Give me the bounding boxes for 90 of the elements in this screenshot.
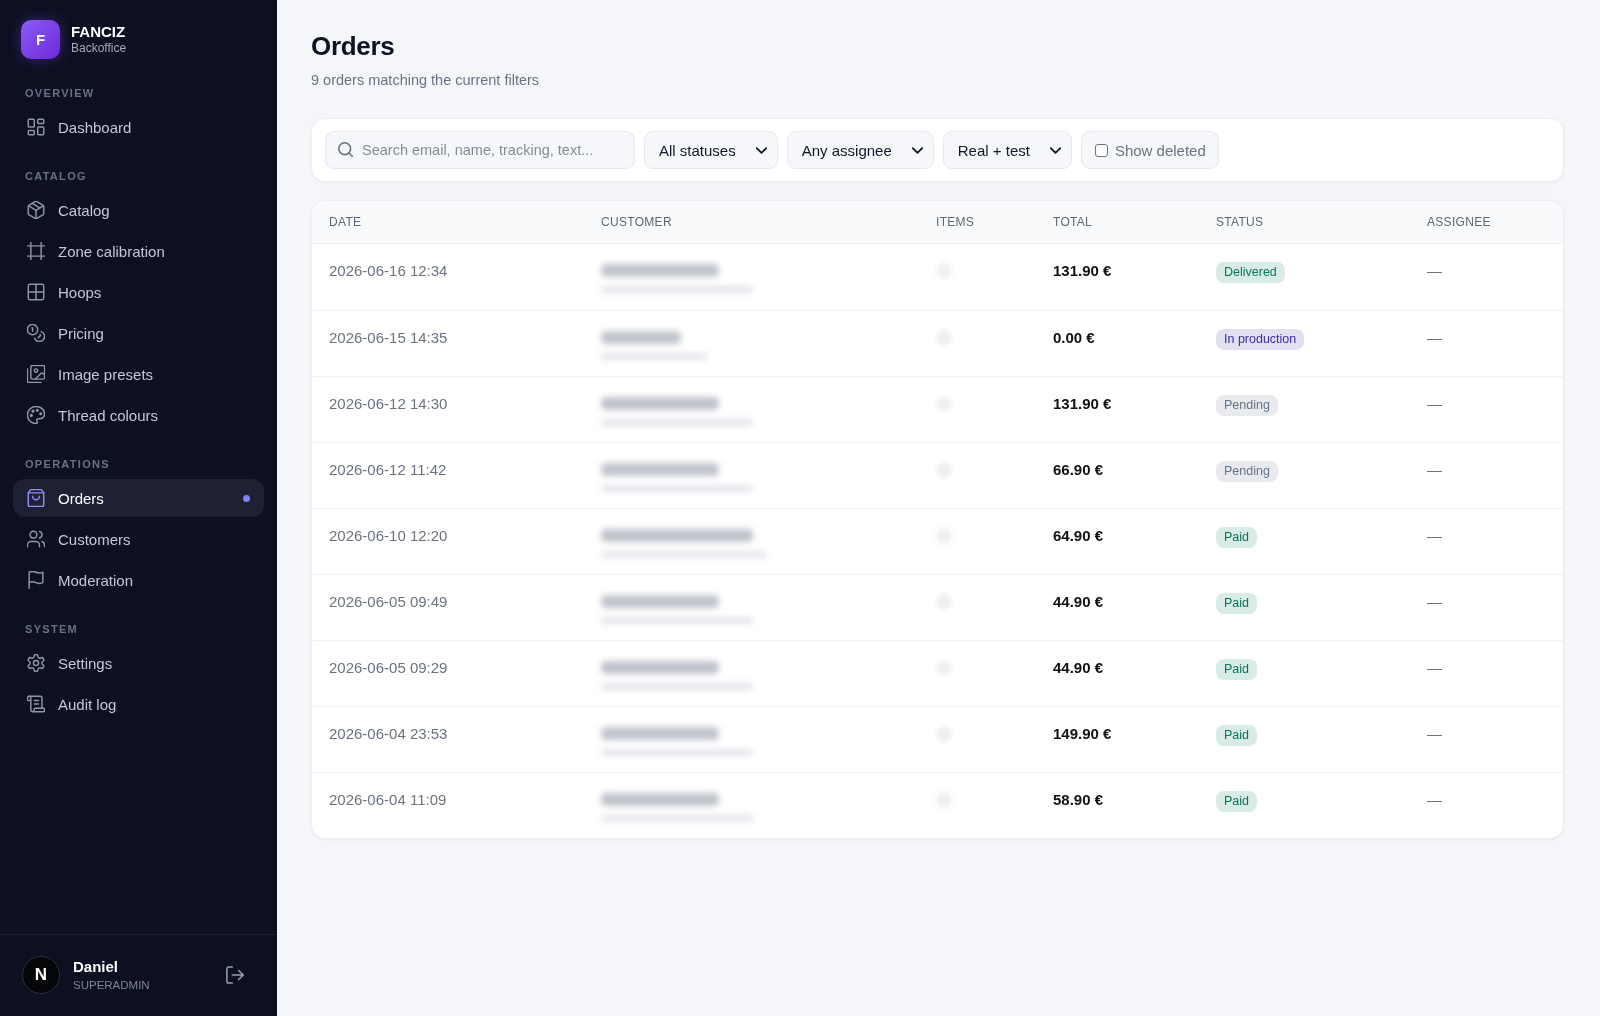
caret-icon (1049, 146, 1061, 154)
assignee-cell: — (1427, 261, 1442, 281)
logout-icon[interactable] (226, 966, 244, 984)
nav-item[interactable]: Catalog (13, 191, 264, 229)
palette-icon (27, 406, 45, 424)
frame-icon (27, 242, 45, 260)
nav-item[interactable]: Audit log (13, 685, 264, 723)
user-avatar: N (22, 956, 60, 994)
cube-icon (27, 201, 45, 219)
filter-dropdown[interactable]: Real + test (942, 131, 1072, 169)
settings-icon (27, 654, 45, 672)
assignee-cell: — (1427, 460, 1442, 480)
caret-icon (755, 146, 767, 154)
column-header: ITEMS (936, 215, 975, 229)
status-badge: Paid (1216, 593, 1258, 614)
column-header: ASSIGNEE (1427, 215, 1491, 229)
shopping-bag-icon (27, 489, 45, 507)
date-cell: 2026-06-12 14:30 (329, 394, 448, 414)
date-cell: 2026-06-10 12:20 (329, 526, 448, 546)
assignee-cell: — (1427, 724, 1442, 744)
assignee-cell: — (1427, 790, 1442, 810)
nav-item[interactable]: Dashboard (13, 108, 264, 146)
column-header: TOTAL (1053, 215, 1093, 229)
total-cell: 44.90 € (1053, 658, 1104, 678)
section-label: SYSTEM (24, 622, 79, 636)
assignee-cell: — (1427, 592, 1442, 612)
status-badge: Paid (1216, 791, 1258, 812)
date-cell: 2026-06-04 11:09 (329, 790, 447, 810)
assignee-cell: — (1427, 526, 1442, 546)
images-icon (27, 365, 45, 383)
nav-item[interactable]: Settings (13, 644, 264, 682)
search-icon (338, 142, 353, 157)
nav-item[interactable]: Pricing (13, 314, 264, 352)
nav-item[interactable]: Customers (13, 520, 264, 558)
nav-item[interactable]: Thread colours (13, 396, 264, 434)
active-dot-icon (243, 494, 250, 502)
brand-logo: F (21, 20, 60, 59)
scroll-icon (27, 695, 45, 713)
page-title: Orders (311, 30, 395, 62)
grid-icon (27, 283, 45, 301)
users-icon (27, 530, 45, 548)
page-subtitle: 9 orders matching the current filters (311, 71, 540, 90)
filter-dropdown[interactable]: Any assignee (786, 131, 934, 169)
total-cell: 131.90 € (1053, 394, 1112, 414)
brand-name: FANCIZ (71, 23, 127, 41)
squares-icon (27, 118, 45, 136)
section-label: OPERATIONS (24, 457, 110, 471)
filter-dropdown[interactable]: All statuses (644, 131, 778, 169)
total-cell: 66.90 € (1053, 460, 1104, 480)
total-cell: 131.90 € (1053, 261, 1112, 281)
section-label: OVERVIEW (24, 86, 95, 100)
section-label: CATALOG (24, 169, 87, 183)
total-cell: 44.90 € (1053, 592, 1104, 612)
assignee-cell: — (1427, 328, 1442, 348)
status-badge: In production (1216, 329, 1305, 350)
column-header: STATUS (1216, 215, 1264, 229)
column-header: CUSTOMER (601, 215, 672, 229)
caret-icon (911, 146, 923, 154)
assignee-cell: — (1427, 394, 1442, 414)
status-badge: Paid (1216, 527, 1258, 548)
brand-subtitle: Backoffice (71, 41, 127, 56)
nav-item[interactable]: Orders (13, 479, 264, 517)
flag-icon (27, 571, 45, 589)
nav-item[interactable]: Image presets (13, 355, 264, 393)
coins-icon (27, 324, 45, 342)
total-cell: 0.00 € (1053, 328, 1095, 348)
nav-item[interactable]: Moderation (13, 561, 264, 599)
status-badge: Pending (1216, 395, 1278, 416)
status-badge: Pending (1216, 461, 1278, 482)
total-cell: 58.90 € (1053, 790, 1104, 810)
checkbox[interactable] (1094, 143, 1108, 157)
date-cell: 2026-06-16 12:34 (329, 261, 448, 281)
show-deleted-toggle[interactable]: Show deleted (1080, 131, 1219, 169)
assignee-cell: — (1427, 658, 1442, 678)
user-name: Daniel (73, 958, 119, 976)
user-role: SUPERADMIN (73, 978, 150, 992)
nav-item[interactable]: Zone calibration (13, 232, 264, 270)
date-cell: 2026-06-15 14:35 (329, 328, 448, 348)
status-badge: Delivered (1216, 262, 1285, 283)
total-cell: 149.90 € (1053, 724, 1112, 744)
nav-item[interactable]: Hoops (13, 273, 264, 311)
search-field[interactable]: Search email, name, tracking, text... (325, 131, 635, 169)
total-cell: 64.90 € (1053, 526, 1104, 546)
date-cell: 2026-06-12 11:42 (329, 460, 447, 480)
status-badge: Paid (1216, 725, 1258, 746)
date-cell: 2026-06-04 23:53 (329, 724, 448, 744)
date-cell: 2026-06-05 09:49 (329, 592, 448, 612)
column-header: DATE (329, 215, 362, 229)
date-cell: 2026-06-05 09:29 (329, 658, 448, 678)
status-badge: Paid (1216, 659, 1258, 680)
